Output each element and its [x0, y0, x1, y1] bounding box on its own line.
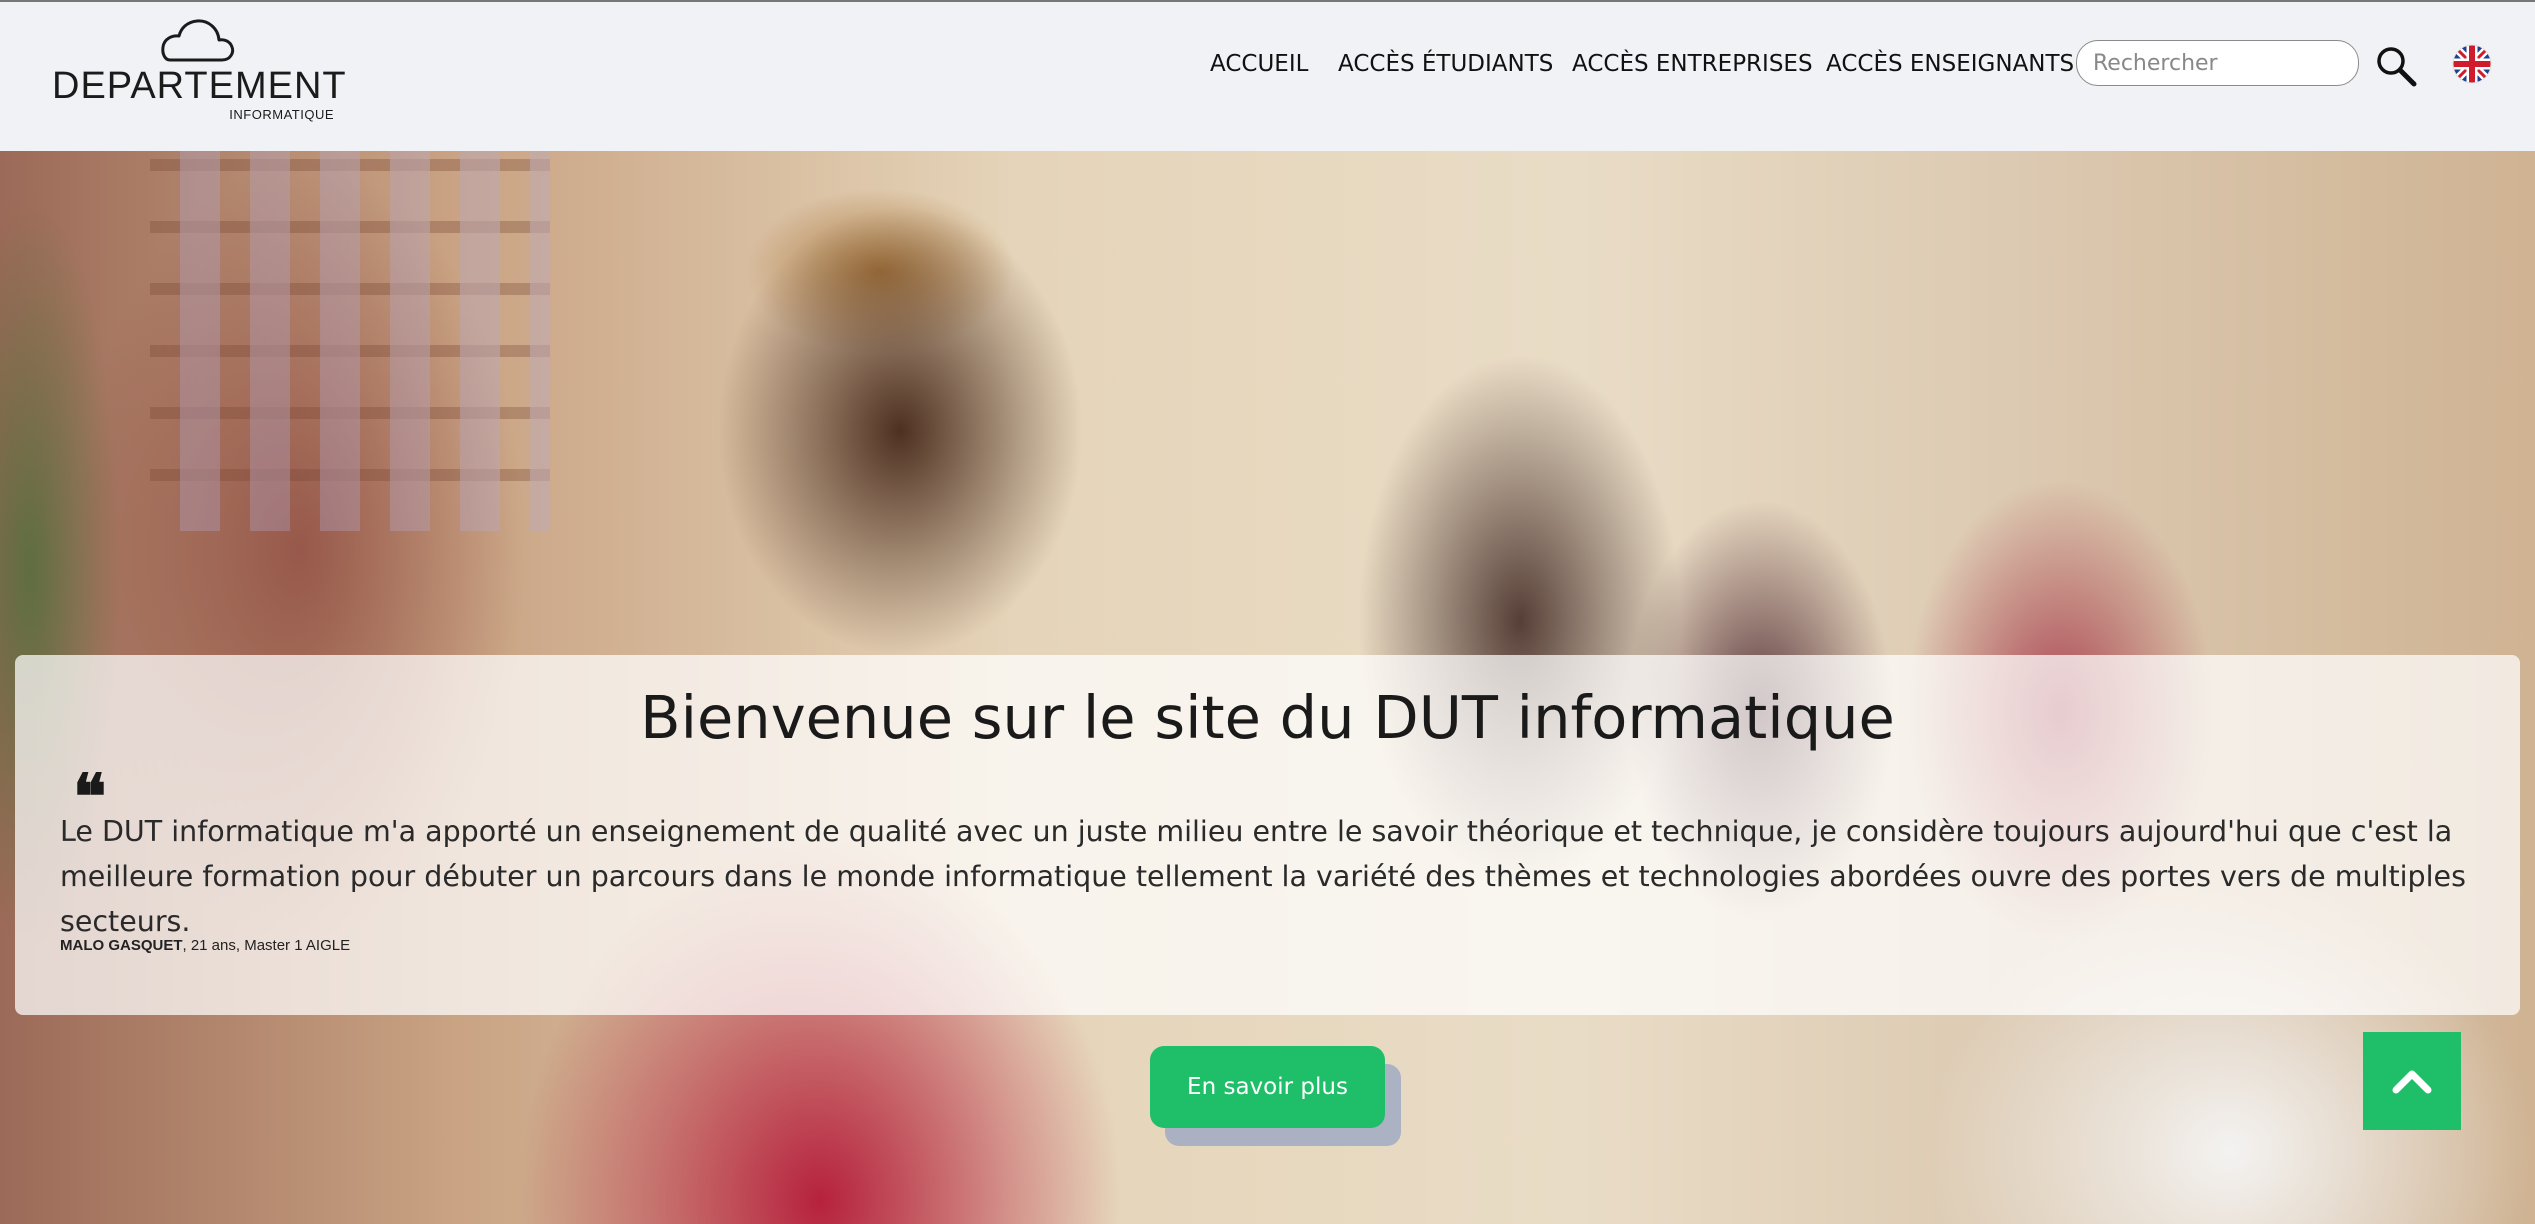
- author-details: , 21 ans, Master 1 AIGLE: [182, 937, 351, 954]
- page-title: Bienvenue sur le site du DUT informatiqu…: [640, 683, 1895, 752]
- hero-background-image: [150, 151, 550, 531]
- logo-title: DEPARTEMENT: [52, 65, 347, 107]
- testimonial-author: MALO GASQUET, 21 ans, Master 1 AIGLE: [60, 937, 350, 954]
- nav-item-accueil[interactable]: ACCUEIL: [1210, 46, 1308, 82]
- nav-item-acces-etudiants[interactable]: ACCÈS ÉTUDIANTS: [1338, 46, 1553, 82]
- site-header: DEPARTEMENT INFORMATIQUE ACCUEIL ACCÈS É…: [0, 0, 2535, 151]
- scroll-to-top-button[interactable]: [2363, 1032, 2461, 1130]
- search-input[interactable]: [2076, 40, 2359, 86]
- testimonial-panel: Bienvenue sur le site du DUT informatiqu…: [15, 655, 2520, 1015]
- testimonial-text: Le DUT informatique m'a apporté un ensei…: [60, 815, 2466, 938]
- site-logo[interactable]: DEPARTEMENT INFORMATIQUE: [52, 16, 347, 126]
- cloud-icon: [161, 19, 235, 62]
- logo-subtitle: INFORMATIQUE: [229, 107, 334, 122]
- search-icon[interactable]: [2374, 44, 2418, 88]
- nav-item-acces-entreprises[interactable]: ACCÈS ENTREPRISES: [1572, 46, 1813, 82]
- nav-item-acces-enseignants[interactable]: ACCÈS ENSEIGNANTS: [1826, 46, 2074, 82]
- author-name: MALO GASQUET: [60, 937, 183, 954]
- hero-section: Bienvenue sur le site du DUT informatiqu…: [0, 151, 2535, 1224]
- learn-more-button[interactable]: En savoir plus: [1150, 1046, 1385, 1128]
- chevron-up-icon: [2392, 1070, 2432, 1094]
- uk-flag-icon[interactable]: [2452, 44, 2492, 84]
